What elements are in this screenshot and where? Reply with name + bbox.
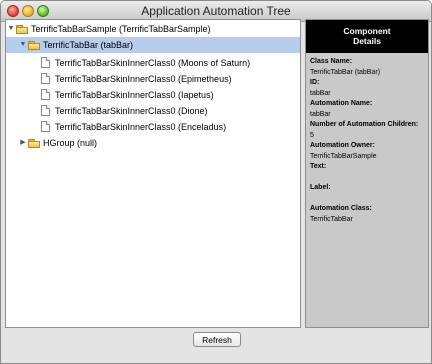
tree-item-label: TerrificTabBar (tabBar) [43, 40, 134, 50]
folder-icon [28, 41, 40, 50]
tree-item-label: TerrificTabBarSkinInnerClass0 (Enceladus… [55, 122, 227, 132]
refresh-button[interactable]: Refresh [193, 332, 241, 347]
file-icon [41, 105, 50, 116]
tree-item-label: TerrificTabBarSkinInnerClass0 (Dione) [55, 106, 208, 116]
tree-item[interactable]: TerrificTabBarSkinInnerClass0 (Epimetheu… [6, 71, 300, 87]
details-header-line2: Details [353, 36, 381, 46]
tree-item-label: TerrificTabBarSample (TerrificTabBarSamp… [31, 24, 211, 34]
tree-item-selected[interactable]: ▼ TerrificTabBar (tabBar) [6, 37, 300, 53]
details-header: Component Details [306, 20, 428, 53]
automation-tree-window: Application Automation Tree ▼ TerrificTa… [0, 0, 432, 364]
tree-item[interactable]: ▶ HGroup (null) [6, 135, 300, 151]
tree-item-label: TerrificTabBarSkinInnerClass0 (Iapetus) [55, 90, 214, 100]
id-value: tabBar [310, 90, 331, 97]
tree-item[interactable]: TerrificTabBarSkinInnerClass0 (Moons of … [6, 55, 300, 71]
file-icon [41, 121, 50, 132]
folder-icon [16, 25, 28, 34]
expand-arrow-icon[interactable]: ▼ [19, 37, 27, 53]
file-icon [41, 73, 50, 84]
window-title: Application Automation Tree [141, 4, 291, 18]
tree-item-label: HGroup (null) [43, 138, 98, 148]
component-details-panel: Component Details Class Name: TerrificTa… [305, 19, 429, 328]
tree-item[interactable]: TerrificTabBarSkinInnerClass0 (Iapetus) [6, 87, 300, 103]
tree-item[interactable]: TerrificTabBarSkinInnerClass0 (Enceladus… [6, 119, 300, 135]
automation-owner-value: TerrificTabBarSample [310, 153, 377, 160]
id-label: ID: [310, 79, 320, 86]
details-header-line1: Component [343, 26, 391, 36]
expand-arrow-icon[interactable]: ▼ [7, 21, 15, 37]
tree-item[interactable]: TerrificTabBarSkinInnerClass0 (Dione) [6, 103, 300, 119]
tree-item-label: TerrificTabBarSkinInnerClass0 (Moons of … [55, 58, 251, 68]
file-icon [41, 57, 50, 68]
class-name-value: TerrificTabBar (tabBar) [310, 69, 381, 76]
automation-class-value: TerrificTabBar [310, 216, 353, 223]
file-icon [41, 89, 50, 100]
automation-name-label: Automation Name: [310, 100, 373, 107]
tree-item-root[interactable]: ▼ TerrificTabBarSample (TerrificTabBarSa… [6, 21, 300, 37]
text-label: Text: [310, 163, 327, 170]
automation-children-label: Number of Automation Children: [310, 121, 419, 128]
collapse-arrow-icon[interactable]: ▶ [19, 135, 27, 151]
automation-children-value: 5 [310, 132, 314, 139]
automation-owner-label: Automation Owner: [310, 142, 375, 149]
automation-class-label: Automation Class: [310, 205, 372, 212]
automation-tree[interactable]: ▼ TerrificTabBarSample (TerrificTabBarSa… [5, 19, 301, 328]
automation-name-value: tabBar [310, 111, 331, 118]
label-label: Label: [310, 184, 331, 191]
tree-item-label: TerrificTabBarSkinInnerClass0 (Epimetheu… [55, 74, 232, 84]
class-name-label: Class Name: [310, 58, 353, 65]
folder-icon [28, 139, 40, 148]
